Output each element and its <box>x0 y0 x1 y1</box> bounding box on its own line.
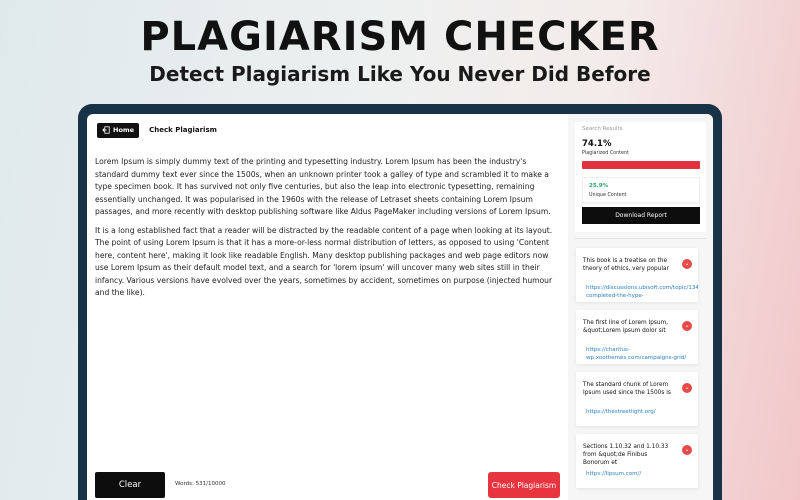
chevron-down-icon[interactable]: ⌄ <box>682 321 692 331</box>
plagiarized-label: Plagiarized Content <box>582 151 629 156</box>
check-plagiarism-button[interactable]: Check Plagiarism <box>488 472 560 498</box>
word-count: Words: 531/10000 <box>175 481 226 487</box>
bottom-bar: Clear Words: 531/10000 Check Plagiarism <box>95 472 560 498</box>
source-snippet: The first line of Lorem Ipsum, &quot;Lor… <box>583 320 669 334</box>
source-match-card[interactable]: The standard chunk of Lorem Ipsum used s… <box>576 372 698 426</box>
text-editor[interactable]: Lorem Ipsum is simply dummy text of the … <box>95 156 560 306</box>
source-link[interactable]: https://lipsum.com// <box>586 470 690 478</box>
source-snippet: This book is a treatise on the theory of… <box>583 258 669 272</box>
source-snippet: The standard chunk of Lorem Ipsum used s… <box>583 382 671 396</box>
unique-percentage: 25.9% <box>589 183 609 189</box>
home-button[interactable]: Home <box>97 122 140 138</box>
chevron-down-icon[interactable]: ⌄ <box>682 445 692 455</box>
plagiarized-progress-fill <box>582 161 700 169</box>
sidebar-divider <box>575 238 706 239</box>
plagiarized-progress-bar <box>582 161 700 169</box>
source-snippet: Sections 1.10.32 and 1.10.33 from &quot;… <box>583 444 669 466</box>
hero-subtitle: Detect Plagiarism Like You Never Did Bef… <box>149 62 651 86</box>
exit-door-icon <box>102 126 110 134</box>
topbar: Home Check Plagiarism <box>97 122 217 138</box>
results-sidebar: Search Results 74.1% Plagiarized Content… <box>568 114 713 500</box>
results-summary-card: Search Results 74.1% Plagiarized Content… <box>575 122 706 232</box>
source-link[interactable]: https://charitus-wp.xoothemes.com/campai… <box>586 346 690 362</box>
source-match-card[interactable]: This book is a treatise on the theory of… <box>576 248 698 302</box>
chevron-down-icon[interactable]: ⌄ <box>682 383 692 393</box>
source-link[interactable]: https://thestreetlight.org/ <box>586 408 690 416</box>
plagiarized-percentage: 74.1% <box>582 139 612 149</box>
app-screen: Home Check Plagiarism Lorem Ipsum is sim… <box>87 114 713 500</box>
unique-label: Unique Content <box>589 193 627 198</box>
editor-paragraph: Lorem Ipsum is simply dummy text of the … <box>95 157 551 216</box>
search-results-heading: Search Results <box>582 126 623 132</box>
chevron-down-icon[interactable]: ⌄ <box>682 259 692 269</box>
download-report-button[interactable]: Download Report <box>582 207 700 224</box>
clear-button[interactable]: Clear <box>95 472 165 498</box>
unique-content-box: 25.9% Unique Content <box>582 177 700 203</box>
home-label: Home <box>113 126 135 134</box>
source-match-card[interactable]: The first line of Lorem Ipsum, &quot;Lor… <box>576 310 698 364</box>
editor-paragraph: It is a long established fact that a rea… <box>95 225 553 298</box>
hero-title: PLAGIARISM CHECKER <box>140 14 660 60</box>
source-link[interactable]: https://discussions.ubisoft.com/topic/13… <box>586 284 698 300</box>
source-match-card[interactable]: Sections 1.10.32 and 1.10.33 from &quot;… <box>576 434 698 488</box>
page-title: Check Plagiarism <box>149 126 217 134</box>
